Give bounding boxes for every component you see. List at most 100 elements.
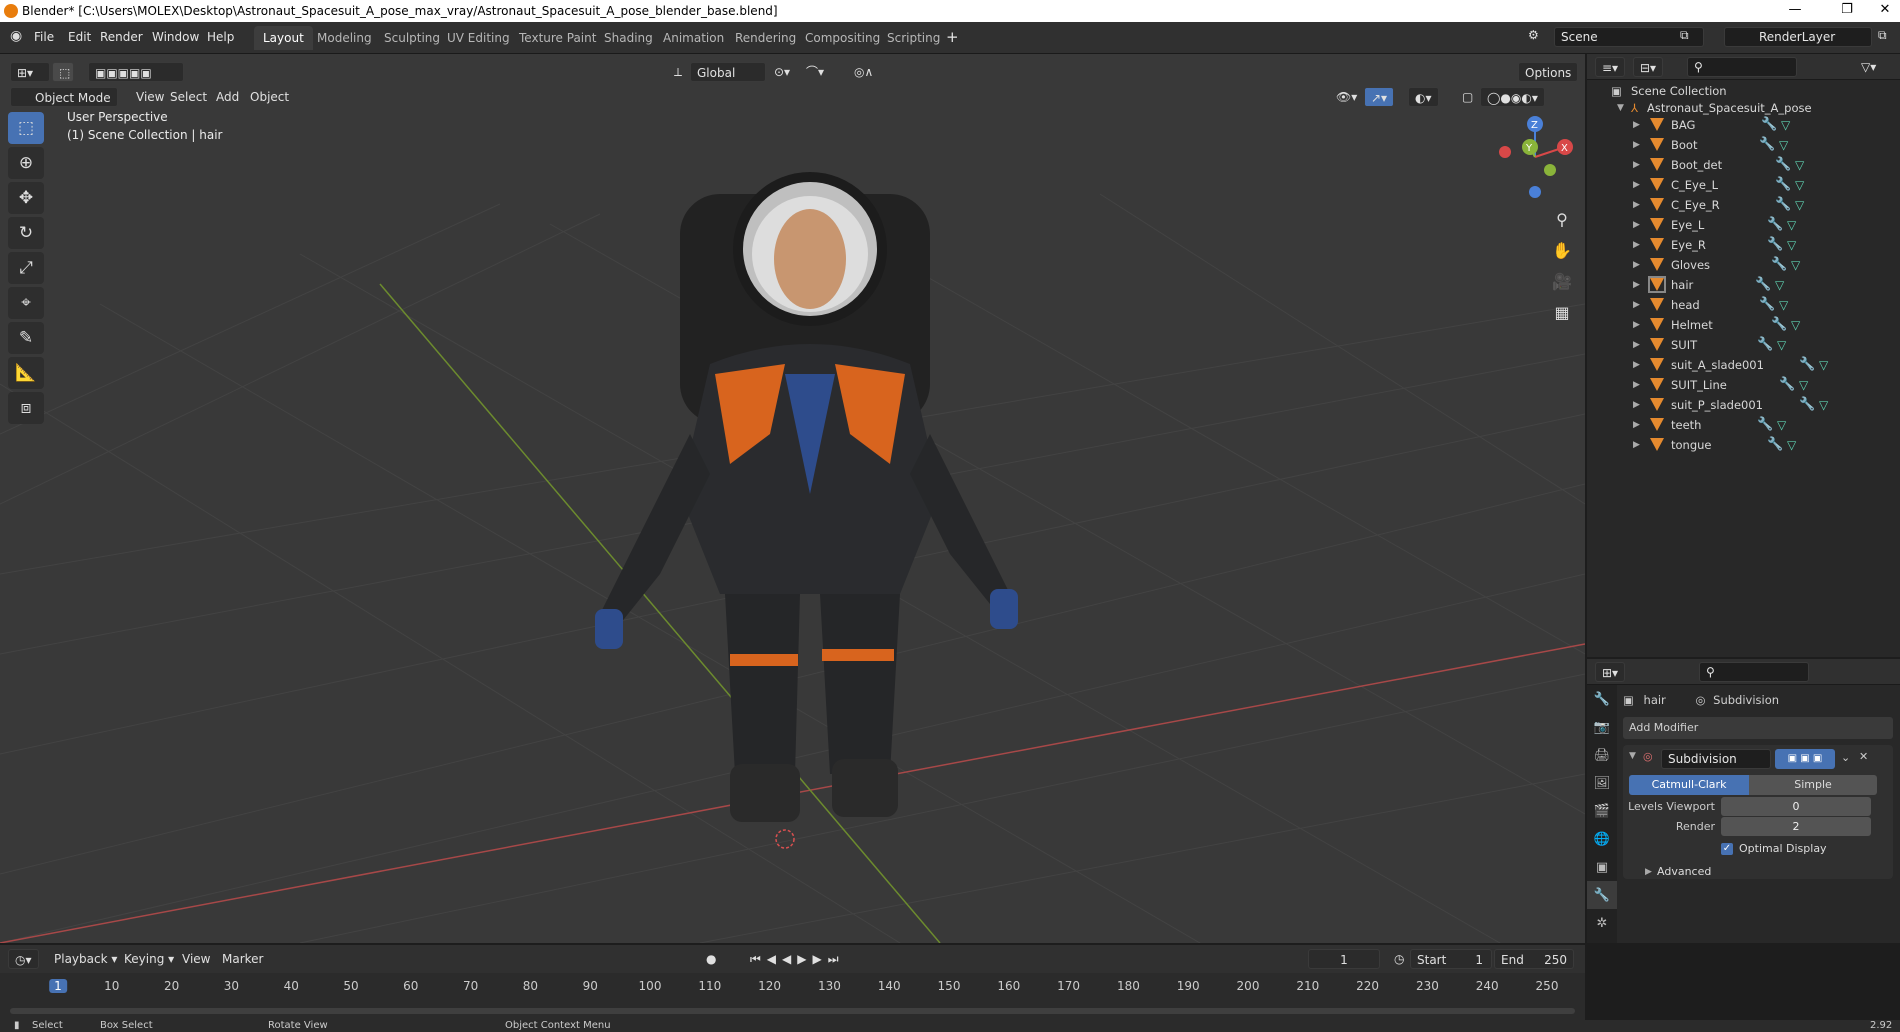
expand-arrow-icon[interactable]: ▶	[1633, 375, 1640, 395]
menu-object[interactable]: Object	[244, 87, 295, 107]
expand-arrow-icon[interactable]: ▶	[1633, 255, 1640, 275]
select-box-tool[interactable]: ⬚	[8, 112, 44, 144]
pan-hand-icon[interactable]: ✋	[1548, 235, 1576, 266]
expand-arrow-icon[interactable]: ▶	[1633, 355, 1640, 375]
select-tool-icon[interactable]: ⬚	[52, 62, 74, 82]
simple-button[interactable]: Simple	[1749, 775, 1877, 795]
expand-arrow-icon[interactable]: ▶	[1633, 395, 1640, 415]
timeline-scrollbar[interactable]	[10, 1008, 1575, 1014]
expand-arrow-icon[interactable]: ▶	[1633, 195, 1640, 215]
modifier-wrench-icon[interactable]: 🔧	[1757, 415, 1773, 435]
display-mode-icon[interactable]: ⊟▾	[1633, 57, 1664, 77]
optimal-display-checkbox[interactable]: ✓	[1721, 843, 1733, 855]
cursor-tool[interactable]: ⊕	[8, 147, 44, 179]
menu-edit[interactable]: Edit	[68, 30, 91, 44]
modifier-remove-icon[interactable]: ✕	[1859, 750, 1868, 763]
expand-arrow-icon[interactable]: ▶	[1633, 315, 1640, 335]
scene-icon[interactable]: ⚙	[1528, 28, 1539, 42]
modifier-visibility-toggles[interactable]: ▣ ▣ ▣	[1775, 749, 1835, 769]
playback-controls[interactable]: ⏮◀◀▶▶⏭	[744, 949, 851, 969]
catmull-clark-button[interactable]: Catmull-Clark	[1629, 775, 1749, 795]
expand-arrow-icon[interactable]: ▶	[1633, 115, 1640, 135]
tab-shading[interactable]: Shading	[595, 26, 662, 50]
outliner-item[interactable]: ▶ BAG 🔧 ▽	[1587, 115, 1900, 135]
modifier-wrench-icon[interactable]: 🔧	[1767, 215, 1783, 235]
menu-help[interactable]: Help	[207, 30, 234, 44]
expand-arrow-icon[interactable]: ▶	[1633, 235, 1640, 255]
minimize-icon[interactable]: —	[1780, 2, 1810, 17]
mesh-data-icon[interactable]: ▽	[1787, 435, 1796, 455]
grid-ortho-icon[interactable]: ▦	[1548, 297, 1576, 328]
outliner-item[interactable]: ▶ suit_P_slade001 🔧 ▽	[1587, 395, 1900, 415]
levels-viewport-field[interactable]: 0	[1721, 797, 1871, 816]
modifier-wrench-icon[interactable]: 🔧	[1771, 255, 1787, 275]
tab-layout[interactable]: Layout	[254, 26, 313, 50]
pivot-icon[interactable]: ⊙▾	[768, 62, 796, 82]
measure-tool[interactable]: 📐	[8, 357, 44, 389]
snap-icon[interactable]: ⌒▾	[800, 62, 830, 82]
end-frame-field[interactable]: End 250	[1494, 949, 1574, 969]
outliner-item[interactable]: ▶ Eye_L 🔧 ▽	[1587, 215, 1900, 235]
modifier-wrench-icon[interactable]: 🔧	[1799, 395, 1815, 415]
tab-animation[interactable]: Animation	[654, 26, 733, 50]
menu-marker[interactable]: Marker	[216, 949, 269, 969]
mode-selector[interactable]: Object Mode	[10, 87, 118, 107]
menu-timeline-view[interactable]: View	[176, 949, 216, 969]
xray-icon[interactable]: ▢	[1456, 87, 1479, 107]
outliner-item[interactable]: ▶ SUIT_Line 🔧 ▽	[1587, 375, 1900, 395]
modifier-wrench-icon[interactable]: 🔧	[1775, 155, 1791, 175]
expand-arrow-icon[interactable]: ▶	[1633, 155, 1640, 175]
outliner-item[interactable]: ▶ C_Eye_R 🔧 ▽	[1587, 195, 1900, 215]
world-tab-icon[interactable]: 🌐	[1587, 825, 1617, 853]
menu-select[interactable]: Select	[164, 87, 213, 107]
menu-keying[interactable]: Keying ▾	[118, 949, 180, 969]
tab-uv-editing[interactable]: UV Editing	[438, 26, 519, 50]
outliner-item[interactable]: ▶ tongue 🔧 ▽	[1587, 435, 1900, 455]
expand-arrow-icon[interactable]: ▶	[1633, 335, 1640, 355]
orientation-icon[interactable]: ⟂	[668, 62, 688, 82]
outliner-item[interactable]: ▶ head 🔧 ▽	[1587, 295, 1900, 315]
expand-arrow-icon[interactable]: ▶	[1633, 135, 1640, 155]
gizmo-toggle-icon[interactable]: ↗▾	[1364, 87, 1395, 107]
mesh-data-icon[interactable]: ▽	[1819, 395, 1828, 415]
tab-modeling[interactable]: Modeling	[308, 26, 381, 50]
selection-modes[interactable]: ▣▣▣▣▣	[88, 62, 184, 82]
modifier-dropdown-icon[interactable]: ⌄	[1841, 751, 1850, 764]
modifier-wrench-icon[interactable]: 🔧	[1755, 275, 1771, 295]
mesh-data-icon[interactable]: ▽	[1799, 375, 1808, 395]
blender-menu-icon[interactable]: ◉	[10, 28, 22, 44]
outliner-search-input[interactable]: ⚲	[1687, 57, 1797, 77]
modifier-wrench-icon[interactable]: 🔧	[1761, 115, 1777, 135]
navigation-gizmo[interactable]: Z X Y	[1490, 112, 1580, 202]
outliner-item[interactable]: ▶ Eye_R 🔧 ▽	[1587, 235, 1900, 255]
mesh-data-icon[interactable]: ▽	[1777, 335, 1786, 355]
tool-tab-icon[interactable]: 🔧	[1587, 685, 1617, 713]
scale-tool[interactable]: ⤢	[8, 252, 44, 284]
expand-arrow-icon[interactable]: ▶	[1633, 215, 1640, 235]
render-levels-field[interactable]: 2	[1721, 817, 1871, 836]
modifier-name-field[interactable]: Subdivision	[1661, 749, 1771, 769]
mesh-data-icon[interactable]: ▽	[1795, 175, 1804, 195]
modifier-wrench-icon[interactable]: 🔧	[1779, 375, 1795, 395]
move-tool[interactable]: ✥	[8, 182, 44, 214]
properties-editor-icon[interactable]: ⊞▾	[1595, 662, 1626, 682]
transform-tool[interactable]: ⌖	[8, 287, 44, 319]
filter-icon[interactable]: ▽▾	[1855, 57, 1882, 77]
zoom-icon[interactable]: ⚲	[1548, 204, 1576, 235]
mesh-data-icon[interactable]: ▽	[1779, 135, 1788, 155]
advanced-expand-icon[interactable]: ▶	[1645, 867, 1652, 877]
mesh-data-icon[interactable]: ▽	[1791, 255, 1800, 275]
camera-view-icon[interactable]: 🎥	[1548, 266, 1576, 297]
add-workspace-icon[interactable]: +	[946, 28, 959, 46]
menu-file[interactable]: File	[34, 30, 54, 44]
modifier-wrench-icon[interactable]: 🔧	[1757, 335, 1773, 355]
shading-modes[interactable]: ◯●◉◐▾	[1480, 87, 1545, 107]
proportional-edit-icon[interactable]: ◎∧	[848, 62, 879, 82]
close-icon[interactable]: ✕	[1870, 2, 1900, 17]
current-frame-field[interactable]: 1	[1308, 949, 1380, 969]
properties-search-input[interactable]: ⚲	[1699, 662, 1809, 682]
outliner-item[interactable]: ▶ Helmet 🔧 ▽	[1587, 315, 1900, 335]
annotate-tool[interactable]: ✎	[8, 322, 44, 354]
advanced-subpanel-label[interactable]: Advanced	[1657, 865, 1711, 878]
outliner-item[interactable]: ▶ teeth 🔧 ▽	[1587, 415, 1900, 435]
